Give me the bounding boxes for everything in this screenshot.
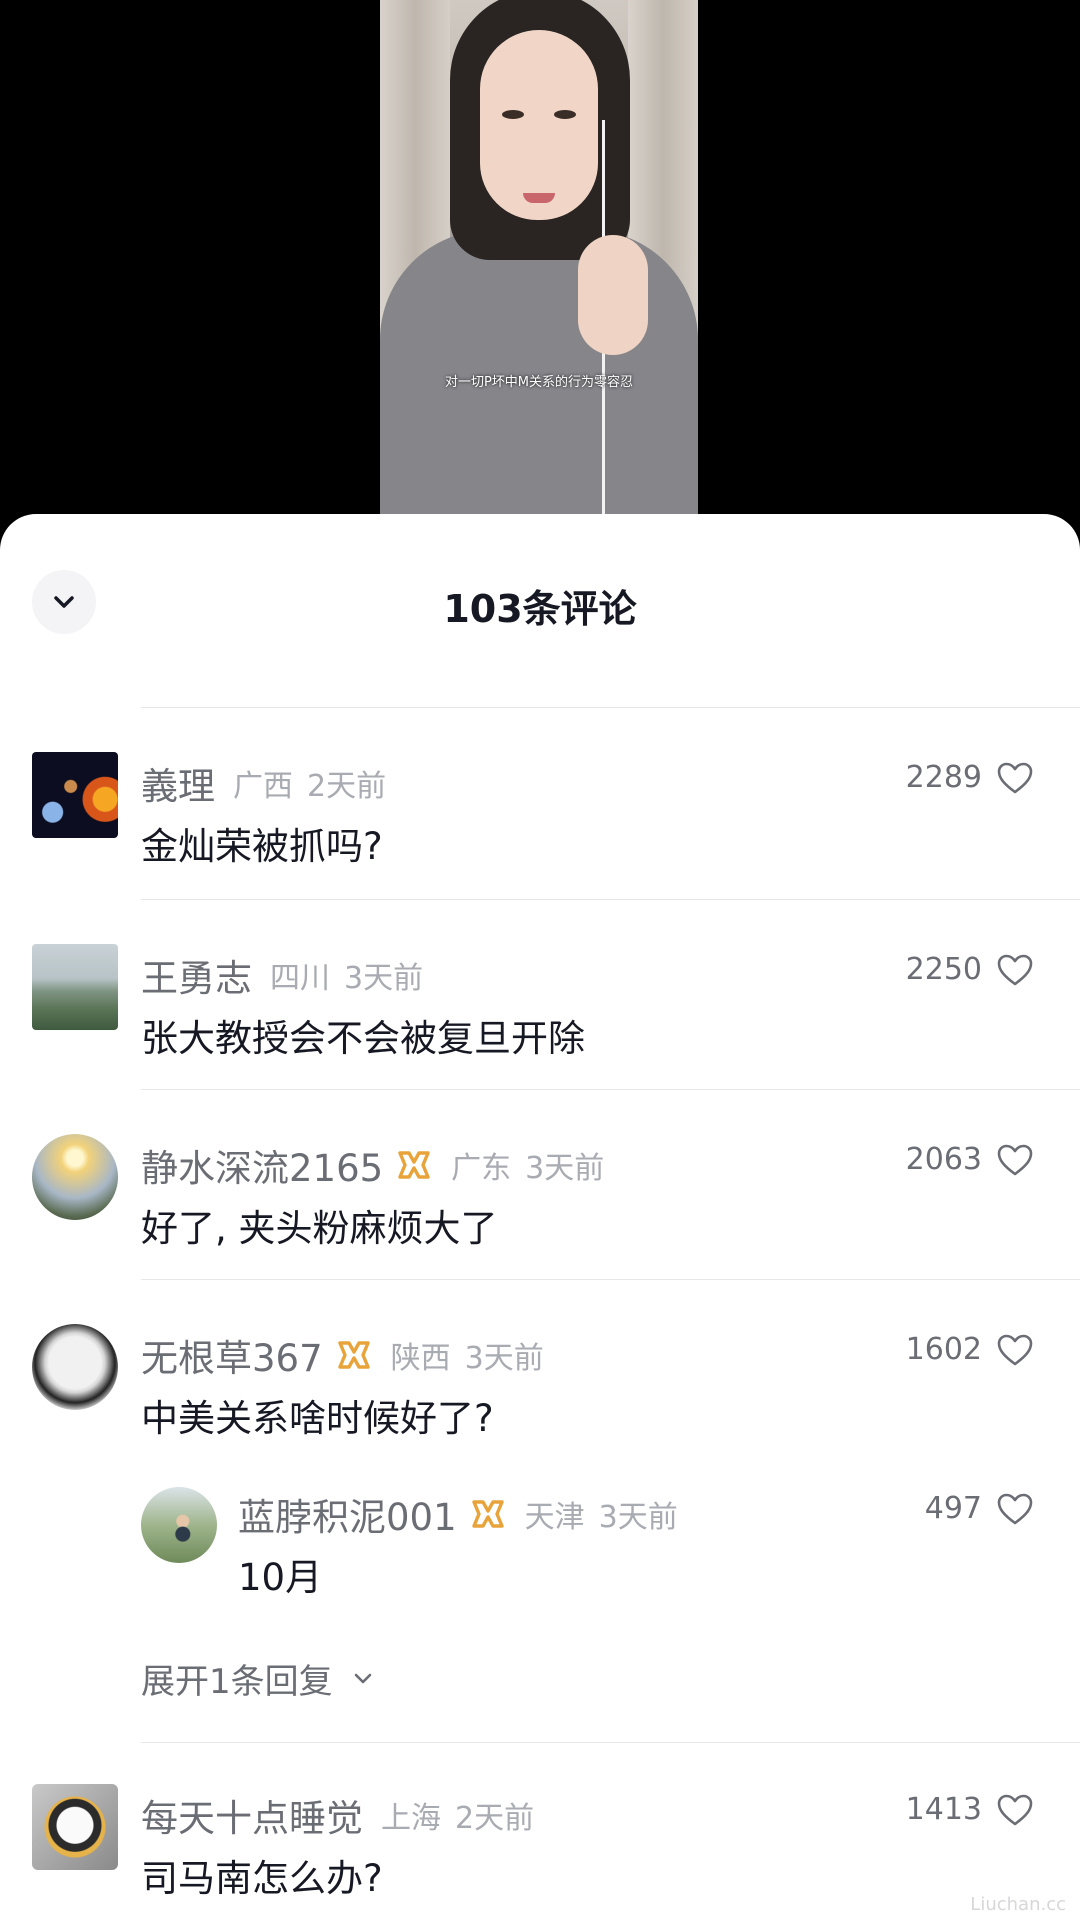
heart-icon bbox=[997, 1493, 1033, 1524]
video-person-eye bbox=[554, 110, 576, 119]
expand-replies-label: 展开1条回复 bbox=[141, 1662, 333, 1702]
video-player[interactable]: 对一切P坏中M关系的行为零容忍 bbox=[0, 0, 1080, 560]
username[interactable]: 王勇志 bbox=[141, 948, 252, 1002]
username[interactable]: 无根草367 bbox=[141, 1328, 323, 1382]
comment-text: 金灿荣被抓吗? bbox=[141, 825, 383, 868]
reply-meta: 蓝脖积泥001 天津 3天前 bbox=[238, 1487, 678, 1541]
like-count: 1602 bbox=[905, 1332, 982, 1367]
video-person-eye bbox=[502, 110, 524, 119]
avatar[interactable] bbox=[141, 1487, 217, 1563]
timestamp: 3天前 bbox=[464, 1341, 544, 1376]
like-button[interactable]: 1413 bbox=[906, 1792, 1034, 1827]
timestamp: 2天前 bbox=[455, 1801, 535, 1836]
comment-text: 司马南怎么办? bbox=[141, 1857, 383, 1900]
like-button[interactable]: 497 bbox=[925, 1491, 1034, 1526]
comment-meta: 義理 广西 2天前 bbox=[141, 756, 386, 810]
divider bbox=[141, 707, 1080, 708]
like-button[interactable]: 2250 bbox=[906, 952, 1034, 987]
video-person-face bbox=[480, 30, 598, 220]
region-label: 陕西 bbox=[390, 1341, 451, 1376]
reply-text: 10月 bbox=[238, 1556, 323, 1599]
like-count: 2250 bbox=[905, 952, 982, 987]
comment-text: 张大教授会不会被复旦开除 bbox=[141, 1017, 585, 1060]
heart-icon bbox=[997, 1334, 1033, 1365]
video-subtitle: 对一切P坏中M关系的行为零容忍 bbox=[444, 375, 634, 390]
username[interactable]: 静水深流2165 bbox=[141, 1138, 383, 1192]
like-button[interactable]: 1602 bbox=[906, 1332, 1034, 1367]
avatar[interactable] bbox=[32, 1134, 118, 1220]
avatar[interactable] bbox=[32, 752, 118, 838]
divider bbox=[141, 1089, 1080, 1090]
timestamp: 3天前 bbox=[525, 1151, 605, 1186]
like-count: 497 bbox=[924, 1491, 982, 1526]
timestamp: 2天前 bbox=[307, 769, 387, 804]
comment-text: 好了, 夹头粉麻烦大了 bbox=[141, 1207, 498, 1250]
heart-icon bbox=[997, 1144, 1033, 1175]
expand-replies-button[interactable]: 展开1条回复 bbox=[141, 1654, 377, 1703]
comment-sheet: 103条评论 義理 广西 2天前 金灿荣被抓吗? 2289 王勇志 四川 3天前… bbox=[0, 514, 1080, 1923]
comment-count-title: 103条评论 bbox=[443, 587, 637, 631]
avatar[interactable] bbox=[32, 944, 118, 1030]
video-person-hand bbox=[578, 235, 648, 355]
divider bbox=[141, 1742, 1080, 1743]
heart-icon bbox=[997, 954, 1033, 985]
like-count: 1413 bbox=[905, 1792, 982, 1827]
region-label: 天津 bbox=[524, 1500, 585, 1535]
avatar[interactable] bbox=[32, 1324, 118, 1410]
video-frame[interactable]: 对一切P坏中M关系的行为零容忍 bbox=[380, 0, 698, 520]
comment-meta: 王勇志 四川 3天前 bbox=[141, 948, 423, 1002]
comment-text: 中美关系啥时候好了? bbox=[141, 1397, 494, 1440]
watermark: Liuchan.cc bbox=[970, 1894, 1066, 1915]
vip-badge-icon bbox=[471, 1500, 504, 1528]
like-button[interactable]: 2063 bbox=[906, 1142, 1034, 1177]
vip-badge-icon bbox=[398, 1151, 430, 1179]
like-count: 2289 bbox=[905, 760, 982, 795]
timestamp: 3天前 bbox=[598, 1500, 678, 1535]
username[interactable]: 義理 bbox=[141, 756, 215, 810]
region-label: 上海 bbox=[381, 1801, 441, 1836]
region-label: 四川 bbox=[270, 961, 330, 996]
avatar[interactable] bbox=[32, 1784, 118, 1870]
divider bbox=[141, 1279, 1080, 1280]
region-label: 广西 bbox=[233, 769, 293, 804]
like-button[interactable]: 2289 bbox=[906, 760, 1034, 795]
timestamp: 3天前 bbox=[344, 961, 424, 996]
vip-badge-icon bbox=[337, 1341, 370, 1369]
heart-icon bbox=[997, 762, 1033, 793]
comment-meta: 无根草367 陕西 3天前 bbox=[141, 1328, 544, 1382]
chevron-down-icon bbox=[354, 1673, 371, 1683]
comment-meta: 每天十点睡觉 上海 2天前 bbox=[141, 1788, 534, 1842]
heart-icon bbox=[997, 1794, 1033, 1825]
username[interactable]: 蓝脖积泥001 bbox=[238, 1487, 457, 1541]
like-count: 2063 bbox=[905, 1142, 982, 1177]
divider bbox=[141, 899, 1080, 900]
comment-meta: 静水深流2165 广东 3天前 bbox=[141, 1138, 604, 1192]
video-person-mouth bbox=[523, 193, 555, 203]
region-label: 广东 bbox=[451, 1151, 512, 1186]
username[interactable]: 每天十点睡觉 bbox=[141, 1788, 363, 1842]
